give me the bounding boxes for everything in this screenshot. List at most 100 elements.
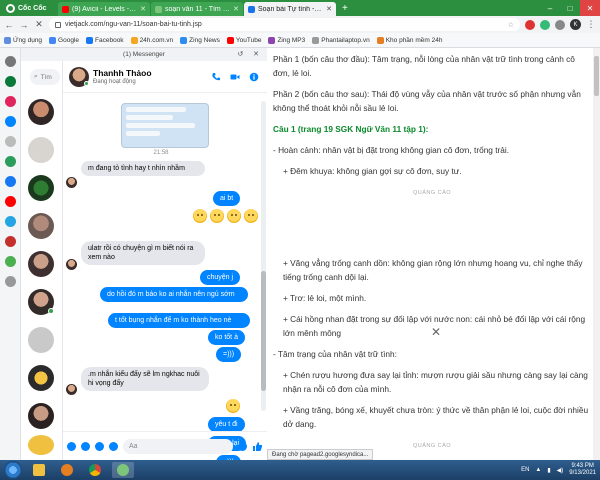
extension-icon[interactable] — [525, 19, 535, 30]
network-icon[interactable]: ▮ — [547, 467, 550, 474]
bookmark-youtube[interactable]: YouTube — [226, 36, 261, 44]
message-out[interactable]: =))) — [216, 347, 242, 362]
reload-icon[interactable]: ✕ — [34, 19, 44, 30]
settings-icon[interactable] — [4, 56, 16, 67]
add-icon[interactable] — [4, 136, 16, 147]
sticker-icon[interactable] — [95, 441, 104, 451]
facebook-sidebar-icon[interactable] — [4, 176, 16, 187]
contact-avatar[interactable] — [28, 435, 54, 455]
telegram-icon[interactable] — [4, 216, 16, 227]
contact-avatar[interactable] — [28, 137, 54, 163]
taskbar-media[interactable] — [56, 462, 78, 478]
volume-icon[interactable]: ◀) — [557, 467, 564, 474]
apps-icon — [4, 36, 11, 44]
contact-avatar[interactable] — [28, 327, 54, 353]
close-tab-icon[interactable]: ✕ — [326, 5, 332, 13]
music-icon[interactable] — [4, 76, 16, 87]
bookmark-google[interactable]: Google — [49, 36, 79, 44]
maximize-icon[interactable]: □ — [560, 0, 580, 16]
search-placeholder: Tìm — [40, 73, 52, 81]
close-tab-icon[interactable]: ✕ — [140, 5, 146, 13]
clock[interactable]: 9:43 PM 9/13/2021 — [569, 463, 596, 477]
bookmark-apps[interactable]: Ứng dụng — [4, 36, 42, 44]
tab-search[interactable]: soạn văn 11 - Tìm với Cốc Cốc ✕ — [151, 2, 243, 16]
close-window-icon[interactable]: ✕ — [580, 0, 600, 16]
message-out[interactable]: chuyện j — [200, 270, 241, 285]
extension-icon[interactable] — [540, 19, 550, 30]
close-ad-icon[interactable]: ✕ — [431, 325, 441, 339]
message-input[interactable]: Aa — [123, 438, 233, 454]
taskbar-explorer[interactable] — [28, 462, 50, 478]
forward-icon[interactable]: → — [19, 20, 29, 30]
contact-avatar[interactable] — [28, 403, 54, 429]
bookmark-facebook[interactable]: Facebook — [86, 36, 124, 44]
tiktok-icon[interactable] — [4, 96, 16, 107]
browser-brand[interactable]: Cốc Cốc — [0, 0, 58, 16]
language-indicator[interactable]: EN — [521, 467, 529, 473]
tray-up-icon[interactable]: ▲ — [535, 467, 541, 473]
game-icon[interactable] — [4, 256, 16, 267]
browser-sidebar — [0, 48, 21, 460]
article-scrollbar[interactable] — [593, 48, 600, 460]
message-in[interactable]: ulatr rồi có chuyện gì m biết nói ra xem… — [81, 241, 205, 265]
message-out[interactable]: ko tốt à — [208, 330, 245, 345]
contact-avatar[interactable] — [28, 175, 54, 201]
chat-scroll-thumb[interactable] — [261, 271, 266, 391]
sender-avatar — [66, 259, 77, 270]
bookmark-zing-news[interactable]: Zing News — [180, 36, 220, 44]
message-out[interactable]: ai bt — [213, 191, 241, 206]
extension-icon[interactable] — [555, 19, 565, 30]
contact-name: Thanhh Thảoo — [93, 68, 152, 78]
back-icon[interactable]: ← — [4, 20, 14, 30]
emoji-picker-icon[interactable] — [238, 441, 247, 451]
taskbar-chrome[interactable] — [84, 462, 106, 478]
image-icon[interactable] — [81, 441, 90, 451]
message-list: 21:58 m đang tỏ tình hay t nhìn nhầm ai … — [63, 93, 259, 470]
profile-avatar[interactable]: K — [570, 19, 581, 30]
menu-icon[interactable]: ⋮ — [586, 19, 596, 30]
message-in[interactable]: m đang tỏ tình hay t nhìn nhầm — [81, 161, 205, 176]
bookmark-zing-mp3[interactable]: Zing MP3 — [268, 36, 305, 44]
url-field[interactable]: vietjack.com/ngu-van-11/soan-bai-tu-tinh… — [49, 18, 520, 31]
more-icon[interactable] — [4, 276, 16, 287]
article-paragraph: - Hoàn cảnh: nhân vật bị đặt trong không… — [273, 145, 510, 155]
message-out[interactable]: yêu t đi — [208, 417, 245, 432]
contact-avatar[interactable] — [28, 251, 54, 277]
contact-search[interactable]: ⌕ Tìm — [30, 69, 60, 85]
contact-avatar[interactable] — [28, 99, 54, 125]
bookmark-kho-phan-mem[interactable]: Kho phần mềm 24h — [376, 36, 442, 44]
chat-actions — [211, 72, 267, 82]
minimize-icon[interactable]: – — [540, 0, 560, 16]
shared-image[interactable] — [121, 103, 209, 148]
panel-controls[interactable]: ↺ ✕ — [237, 50, 263, 58]
messenger-icon[interactable] — [4, 116, 16, 127]
bookmark-24h[interactable]: 24h.com.vn — [130, 36, 173, 44]
contact-avatar[interactable] — [28, 365, 54, 391]
vtv-icon[interactable] — [4, 236, 16, 247]
gif-icon[interactable] — [109, 441, 118, 451]
like-icon[interactable] — [252, 441, 263, 452]
notes-icon[interactable] — [4, 156, 16, 167]
start-button[interactable] — [4, 461, 22, 479]
message-out[interactable]: t tốt bụng nhắn để m ko thành heo nè — [108, 313, 250, 328]
message-out[interactable]: do hồi đó m báo ko ai nhắn nên ngủ sớm — [100, 287, 248, 302]
taskbar-coccoc[interactable] — [112, 462, 134, 478]
plus-icon[interactable] — [67, 441, 76, 451]
message-in[interactable]: .m nhắn kiểu đấy sẽ lm ngkhac nuôi hi vọ… — [81, 367, 209, 391]
close-tab-icon[interactable]: ✕ — [233, 5, 239, 13]
contact-avatar[interactable] — [28, 289, 54, 315]
tab-vietjack[interactable]: Soạn bài Tự tình - Hồ Xuân ✕ — [244, 2, 336, 16]
new-tab-button[interactable]: + — [337, 2, 353, 16]
video-call-icon[interactable] — [230, 72, 240, 82]
contact-avatar[interactable] — [28, 213, 54, 239]
address-bar: ← → ✕ vietjack.com/ngu-van-11/soan-bai-t… — [0, 16, 600, 33]
contact-info[interactable]: Thanhh Thảoo Đang hoạt động — [93, 68, 152, 85]
youtube-sidebar-icon[interactable] — [4, 196, 16, 207]
tab-youtube[interactable]: (9) Avicii - Levels - YouT ✕ — [58, 2, 150, 16]
contact-avatar[interactable] — [69, 66, 89, 87]
phone-icon[interactable] — [211, 72, 221, 82]
star-icon[interactable]: ☆ — [508, 21, 514, 29]
info-icon[interactable] — [249, 72, 259, 82]
bookmark-phantailaptop[interactable]: Phantailaptop.vn — [312, 36, 370, 44]
article-scroll-thumb[interactable] — [594, 56, 599, 96]
